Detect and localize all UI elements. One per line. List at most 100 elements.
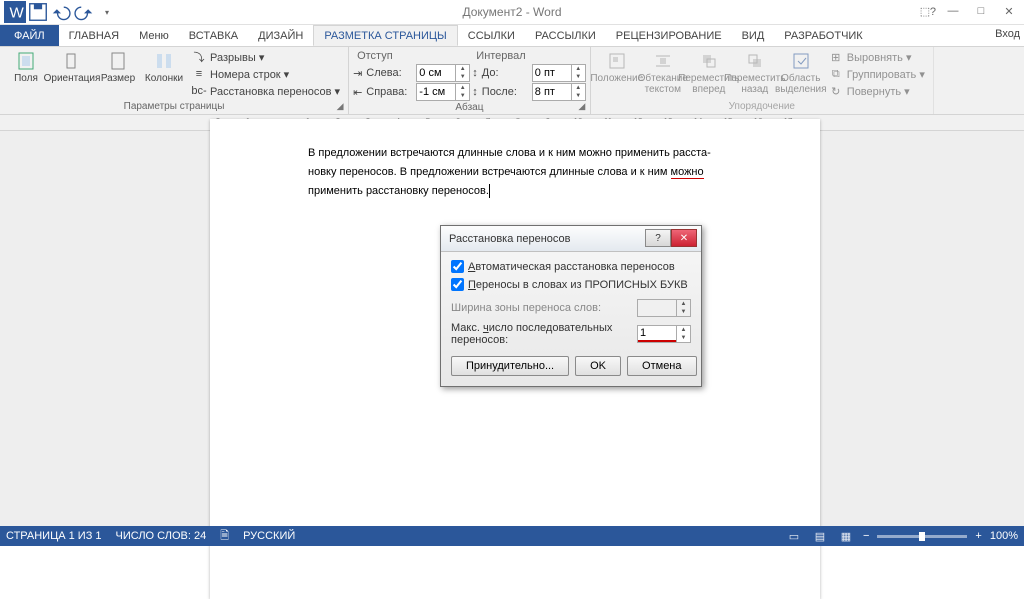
- spacing-before-label: До:: [482, 67, 528, 79]
- zoom-in-icon[interactable]: +: [975, 530, 981, 542]
- dialog-close-icon[interactable]: ✕: [671, 229, 697, 247]
- dialog-help-icon[interactable]: ?: [645, 229, 671, 247]
- text-cursor: [489, 184, 490, 198]
- web-layout-icon[interactable]: ▦: [837, 529, 855, 543]
- close-icon[interactable]: ✕: [996, 0, 1022, 22]
- doc-line-1: В предложении встречаются длинные слова …: [308, 147, 711, 159]
- indent-left-icon: ⇥: [353, 67, 362, 80]
- tab-file[interactable]: ФАЙЛ: [0, 25, 59, 46]
- maximize-icon[interactable]: □: [968, 0, 994, 22]
- ok-button[interactable]: OK: [575, 356, 621, 376]
- tab-view[interactable]: ВИД: [732, 25, 775, 46]
- ribbon-display-icon[interactable]: ⬚: [912, 0, 938, 22]
- doc-line-2-error: можно: [671, 166, 704, 179]
- minimize-icon[interactable]: —: [940, 0, 966, 22]
- group-label-page-setup: Параметры страницы: [4, 100, 344, 114]
- indent-left-input[interactable]: ▲▼: [416, 64, 470, 82]
- indent-header: Отступ: [353, 49, 470, 63]
- zone-width-row: Ширина зоны переноса слов: ▲▼: [451, 299, 691, 317]
- window-title: Документ2 - Word: [462, 5, 561, 19]
- indent-right-label: Справа:: [366, 86, 412, 98]
- tab-review[interactable]: РЕЦЕНЗИРОВАНИЕ: [606, 25, 732, 46]
- margins-button[interactable]: Поля: [4, 49, 48, 84]
- spacing-before-icon: ↕: [472, 67, 478, 79]
- word-app-icon[interactable]: W: [4, 1, 26, 23]
- selection-pane-button[interactable]: Область выделения: [779, 49, 823, 95]
- ribbon-tabs: ФАЙЛ ГЛАВНАЯ Меню ВСТАВКА ДИЗАЙН РАЗМЕТК…: [0, 25, 1024, 47]
- print-layout-icon[interactable]: ▤: [811, 529, 829, 543]
- caps-hyphenation-label: Переносы в словах из ПРОПИСНЫХ БУКВ: [468, 279, 688, 291]
- position-button: Положение: [595, 49, 639, 84]
- max-consecutive-row: Макс. число последовательных переносов: …: [451, 322, 691, 346]
- zone-width-label: Ширина зоны переноса слов:: [451, 302, 601, 314]
- document-text[interactable]: В предложении встречаются длинные слова …: [308, 143, 722, 200]
- group-arrange: Положение Обтекание текстом Переместить …: [591, 47, 934, 114]
- max-consecutive-input[interactable]: ▲▼: [637, 325, 691, 343]
- save-icon[interactable]: [27, 1, 49, 23]
- zoom-out-icon[interactable]: −: [863, 530, 869, 542]
- dialog-title: Расстановка переносов: [449, 233, 570, 245]
- group-page-setup: Поля Ориентация Размер Колонки ⤵Разрывы …: [0, 47, 349, 114]
- group-button: ⧉Группировать ▾: [825, 66, 929, 82]
- status-bar: СТРАНИЦА 1 ИЗ 1 ЧИСЛО СЛОВ: 24 🗎 РУССКИЙ…: [0, 526, 1024, 546]
- tab-mailings[interactable]: РАССЫЛКИ: [525, 25, 606, 46]
- auto-hyphenation-checkbox[interactable]: [451, 260, 464, 273]
- tab-insert[interactable]: ВСТАВКА: [179, 25, 248, 46]
- qat-customize-icon[interactable]: ▾: [96, 1, 118, 23]
- page-setup-launcher-icon[interactable]: ◢: [334, 100, 346, 112]
- svg-text:W: W: [10, 5, 25, 22]
- zoom-level[interactable]: 100%: [990, 530, 1018, 542]
- tab-page-layout[interactable]: РАЗМЕТКА СТРАНИЦЫ: [313, 25, 457, 46]
- redo-icon[interactable]: [73, 1, 95, 23]
- auto-hyphenation-row: Автоматическая расстановка переносов: [451, 260, 691, 273]
- size-button[interactable]: Размер: [96, 49, 140, 84]
- send-backward-button: Переместить назад: [733, 49, 777, 95]
- indent-left-label: Слева:: [366, 67, 412, 79]
- hyphenation-dialog: Расстановка переносов ? ✕ Автоматическая…: [440, 225, 702, 387]
- sign-in-link[interactable]: Вход: [995, 28, 1020, 40]
- max-consecutive-label: Макс. число последовательных переносов:: [451, 322, 633, 346]
- line-numbers-button[interactable]: ≡Номера строк ▾: [188, 66, 344, 82]
- undo-icon[interactable]: [50, 1, 72, 23]
- indent-right-icon: ⇤: [353, 86, 362, 99]
- spacing-before-input[interactable]: ▲▼: [532, 64, 586, 82]
- window-controls: ⬚ — □ ✕: [912, 0, 1022, 22]
- spacing-after-icon: ↕: [472, 86, 478, 98]
- read-mode-icon[interactable]: ▭: [785, 529, 803, 543]
- force-button[interactable]: Принудительно...: [451, 356, 569, 376]
- tab-menu[interactable]: Меню: [129, 25, 179, 46]
- spacing-header: Интервал: [472, 49, 586, 63]
- orientation-button[interactable]: Ориентация: [50, 49, 94, 84]
- proofing-icon[interactable]: 🗎: [220, 527, 229, 546]
- tab-references[interactable]: ССЫЛКИ: [458, 25, 525, 46]
- group-label-arrange: Упорядочение: [595, 100, 929, 114]
- tab-design[interactable]: ДИЗАЙН: [248, 25, 313, 46]
- cancel-button[interactable]: Отмена: [627, 356, 696, 376]
- dialog-title-bar[interactable]: Расстановка переносов ? ✕: [441, 226, 701, 252]
- align-button: ⊞Выровнять ▾: [825, 49, 929, 65]
- zoom-slider[interactable]: [877, 535, 967, 538]
- caps-hyphenation-checkbox[interactable]: [451, 278, 464, 291]
- auto-hyphenation-label: Автоматическая расстановка переносов: [468, 261, 675, 273]
- title-bar: W ▾ Документ2 - Word ? ⬚ — □ ✕: [0, 0, 1024, 25]
- spacing-after-input[interactable]: ▲▼: [532, 83, 586, 101]
- page-status[interactable]: СТРАНИЦА 1 ИЗ 1: [6, 530, 102, 542]
- language-status[interactable]: РУССКИЙ: [243, 530, 295, 542]
- indent-right-input[interactable]: ▲▼: [416, 83, 470, 101]
- hyphenation-button[interactable]: bс-Расстановка переносов ▾: [188, 83, 344, 99]
- ribbon: Поля Ориентация Размер Колонки ⤵Разрывы …: [0, 47, 1024, 115]
- tab-home[interactable]: ГЛАВНАЯ: [59, 25, 129, 46]
- group-paragraph: Отступ ⇥ Слева: ▲▼ ⇤ Справа: ▲▼ Интервал ↕ До…: [349, 47, 591, 114]
- word-count[interactable]: ЧИСЛО СЛОВ: 24: [116, 530, 207, 542]
- doc-line-2a: новку переносов. В предложении встречают…: [308, 166, 671, 178]
- quick-access-toolbar: W ▾: [0, 1, 118, 23]
- breaks-button[interactable]: ⤵Разрывы ▾: [188, 49, 344, 65]
- zone-width-input: ▲▼: [637, 299, 691, 317]
- doc-line-3: применить расстановку переносов.: [308, 185, 489, 197]
- caps-hyphenation-row: Переносы в словах из ПРОПИСНЫХ БУКВ: [451, 278, 691, 291]
- rotate-button: ↻Повернуть ▾: [825, 83, 929, 99]
- group-label-paragraph: Абзац: [353, 101, 586, 115]
- columns-button[interactable]: Колонки: [142, 49, 186, 84]
- paragraph-launcher-icon[interactable]: ◢: [576, 100, 588, 112]
- tab-developer[interactable]: РАЗРАБОТЧИК: [774, 25, 872, 46]
